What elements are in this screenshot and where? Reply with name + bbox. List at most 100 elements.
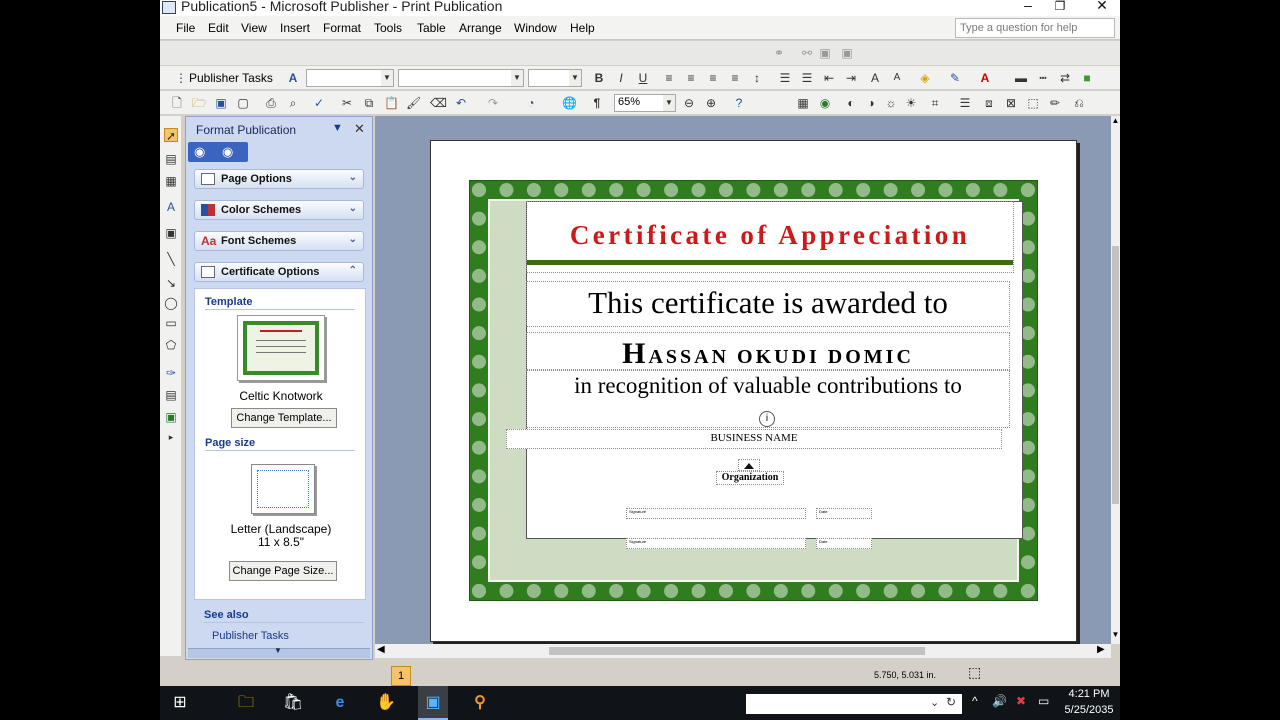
bring-forward-icon[interactable]: ◔	[524, 96, 538, 110]
spelling-icon[interactable]: ✓	[312, 96, 326, 110]
print-icon[interactable]: ⎙	[264, 96, 278, 110]
shrink-font-icon[interactable]: A	[890, 71, 904, 85]
font-color-icon[interactable]: A	[978, 71, 992, 85]
title-frame[interactable]: Certificate of Appreciation	[526, 201, 1014, 273]
restore-button[interactable]: ❐	[1040, 0, 1080, 17]
bullets-icon[interactable]: ☰	[800, 71, 814, 85]
task-pane-close-icon[interactable]: ✕	[354, 121, 365, 137]
close-button[interactable]: ✕	[1082, 0, 1120, 15]
increase-indent-icon[interactable]: ⇥	[844, 71, 858, 85]
page-size-thumbnail[interactable]	[251, 464, 315, 514]
menu-help[interactable]: Help	[570, 21, 595, 35]
scroll-up-icon[interactable]: ▲	[1111, 116, 1120, 125]
smart-tag-icon[interactable]: i	[759, 411, 775, 427]
clock-time[interactable]: 4:21 PM	[1060, 688, 1118, 700]
change-template-button[interactable]: Change Template...	[231, 408, 337, 428]
hyperlink-icon[interactable]: 🌐	[562, 96, 577, 110]
previous-frame-icon[interactable]: ▣	[818, 46, 832, 60]
scroll-down-icon[interactable]: ▼	[1111, 630, 1120, 639]
publisher-app-icon[interactable]	[162, 1, 176, 14]
chevron-down-icon[interactable]: ⌄	[930, 696, 939, 709]
line-color-icon[interactable]: ✎	[948, 71, 962, 85]
align-left-icon[interactable]: ≡	[662, 71, 676, 85]
design-gallery-icon[interactable]: ▣	[164, 410, 178, 424]
change-page-size-button[interactable]: Change Page Size...	[229, 561, 337, 581]
certificate-border[interactable]: Certificate of Appreciation This certifi…	[470, 181, 1037, 600]
insert-table-icon[interactable]: ▦	[164, 174, 178, 188]
redo-icon[interactable]: ↷	[486, 96, 500, 110]
justify-icon[interactable]: ≡	[728, 71, 742, 85]
vertical-scrollbar[interactable]: ▲ ▼	[1111, 116, 1120, 644]
task-pane-menu-icon[interactable]: ▼	[332, 122, 343, 134]
volume-icon[interactable]: 🔊	[992, 694, 1007, 708]
picture-icon[interactable]: ▦	[796, 96, 810, 110]
arrow-icon[interactable]: ↘	[164, 276, 178, 290]
autoshapes-icon[interactable]: ⬠	[164, 338, 178, 352]
refresh-icon[interactable]: ↻	[946, 695, 956, 709]
file-explorer-icon[interactable]: 🗀	[234, 691, 258, 715]
scroll-right-icon[interactable]: ▶	[1097, 644, 1105, 655]
section-certificate-options[interactable]: Certificate Options ⌃	[194, 262, 364, 282]
help-search-input[interactable]: Type a question for help	[955, 18, 1115, 38]
paste-icon[interactable]: 📋	[384, 96, 399, 110]
network-icon[interactable]: ✖	[1016, 694, 1026, 708]
task-pane-scroll[interactable]: ▼	[188, 646, 370, 658]
cut-icon[interactable]: ✂	[340, 96, 354, 110]
menu-tools[interactable]: Tools	[374, 21, 402, 35]
zoom-combo[interactable]: 65% ▼	[614, 94, 676, 112]
publication-page[interactable]: Certificate of Appreciation This certifi…	[430, 140, 1077, 642]
menu-file[interactable]: File	[176, 21, 195, 35]
line-icon[interactable]: ╲	[164, 252, 178, 266]
recognition-frame[interactable]: in recognition of valuable contributions…	[526, 370, 1010, 428]
back-arrow-icon[interactable]: ◉	[194, 144, 205, 160]
line-spacing-icon[interactable]: ↕	[750, 71, 764, 85]
dash-style-icon[interactable]: ┅	[1036, 71, 1050, 85]
underline-icon[interactable]: U	[636, 71, 650, 85]
taskbar-address-input[interactable]: ⌄ ↻	[746, 694, 962, 714]
copy-icon[interactable]: ⧉	[362, 96, 376, 110]
zoom-in-icon[interactable]: ⊕	[704, 96, 718, 110]
hot-spot-icon[interactable]: ✑	[164, 366, 178, 380]
style-combo[interactable]: ▼	[306, 69, 394, 87]
align-center-icon[interactable]: ≡	[684, 71, 698, 85]
menu-format[interactable]: Format	[323, 21, 361, 35]
browser-icon[interactable]: ✋	[374, 691, 398, 715]
new-icon[interactable]: 🗋	[170, 96, 184, 110]
horizontal-scroll-thumb[interactable]	[549, 647, 925, 655]
show-hidden-icons-icon[interactable]: ^	[972, 694, 978, 708]
special-characters-icon[interactable]: ¶	[590, 96, 604, 110]
wordart-icon[interactable]: A	[164, 200, 178, 214]
menu-window[interactable]: Window	[514, 21, 557, 35]
start-icon[interactable]: ⊞	[168, 691, 192, 715]
scroll-down-icon[interactable]: ▼	[274, 646, 282, 655]
next-frame-icon[interactable]: ▣	[840, 46, 854, 60]
color-icon[interactable]: ◉	[818, 96, 832, 110]
scroll-left-icon[interactable]: ◀	[377, 644, 385, 655]
form-control-icon[interactable]: ▤	[164, 388, 178, 402]
menu-arrange[interactable]: Arrange	[459, 21, 502, 35]
zoom-out-icon[interactable]: ⊖	[682, 96, 696, 110]
publisher-taskbar-icon[interactable]: ▣	[418, 686, 448, 720]
format-painter-icon[interactable]: 🖌	[406, 96, 421, 110]
awarded-frame[interactable]: This certificate is awarded to	[526, 281, 1010, 327]
line-weight-icon[interactable]: ☰	[958, 96, 972, 110]
arrow-style-icon[interactable]: ⇄	[1058, 71, 1072, 85]
page-navigator[interactable]: 1	[391, 666, 411, 686]
signature-frame-1[interactable]: Signature	[626, 508, 806, 519]
reset-picture-icon[interactable]: ⎌	[1072, 96, 1086, 110]
compress-icon[interactable]: ⧈	[982, 96, 996, 110]
help-icon[interactable]: ?	[732, 96, 746, 110]
menu-insert[interactable]: Insert	[280, 21, 310, 35]
open-icon[interactable]: 🗁	[192, 96, 207, 110]
numbering-icon[interactable]: ☰	[778, 71, 792, 85]
link-frames-icon[interactable]: ⚭	[772, 46, 786, 60]
store-icon[interactable]: 🛍	[281, 691, 305, 715]
menu-table[interactable]: Table	[417, 21, 446, 35]
search-app-icon[interactable]: ⚲	[468, 691, 492, 715]
publisher-tasks-link[interactable]: Publisher Tasks	[212, 630, 289, 642]
fill-color-icon[interactable]: ◈	[918, 71, 932, 85]
recipient-frame[interactable]: HASSAN OKUDI DOMIC	[526, 332, 1010, 370]
undo-icon[interactable]: ↶	[454, 96, 468, 110]
select-objects-icon[interactable]: ➚	[164, 128, 178, 143]
signature-frame-2[interactable]: Signature	[626, 538, 806, 549]
